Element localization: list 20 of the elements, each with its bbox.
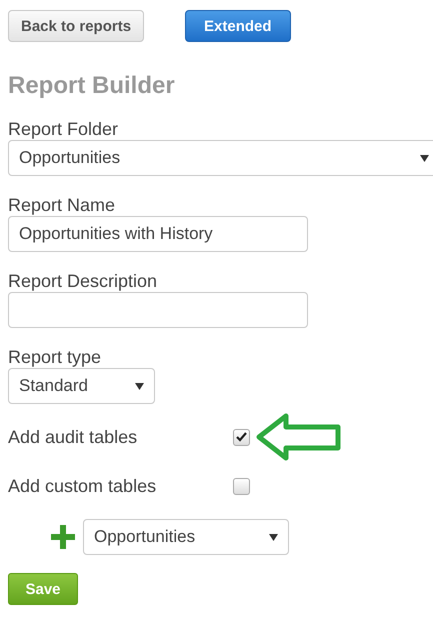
text-field[interactable]: Opportunities with History	[8, 216, 308, 252]
checkbox-label: Add audit tables	[8, 426, 138, 448]
field-label: Report Description	[8, 270, 158, 292]
checkbox[interactable]	[233, 428, 250, 446]
caret-icon	[135, 382, 144, 390]
table-select[interactable]: Opportunities	[83, 519, 289, 555]
add-icon[interactable]	[51, 525, 75, 549]
page-title: Report Builder	[8, 72, 176, 100]
extended-button[interactable]: Extended	[185, 10, 291, 42]
checkbox[interactable]	[233, 478, 250, 495]
select-field[interactable]: Standard	[8, 368, 155, 404]
caret-icon	[269, 534, 278, 540]
text-field[interactable]	[8, 292, 308, 328]
select-field[interactable]: Opportunities	[8, 140, 433, 176]
checkbox-label: Add custom tables	[8, 476, 158, 497]
field-label: Report Folder	[8, 118, 120, 140]
field-label: Report type	[8, 346, 102, 368]
caret-icon	[420, 154, 429, 162]
back-button[interactable]: Back to reports	[8, 10, 144, 42]
field-label: Report Name	[8, 194, 116, 216]
